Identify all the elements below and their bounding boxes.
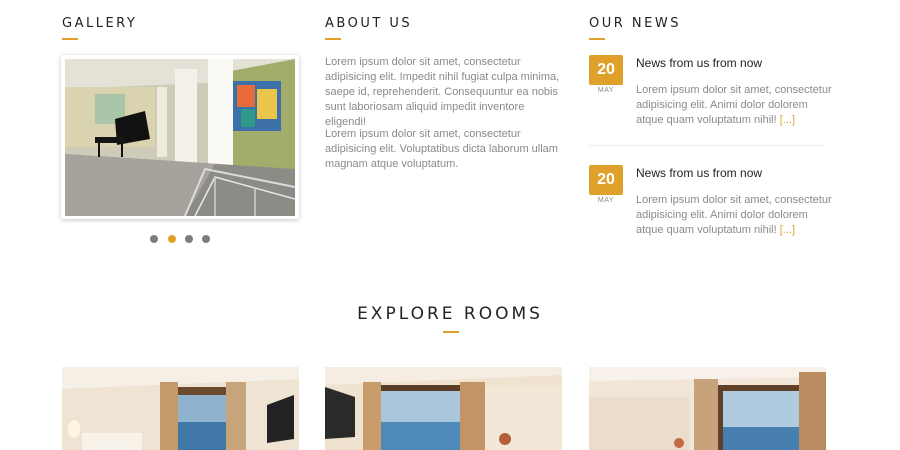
slider-dot-4[interactable]	[202, 235, 210, 243]
news-heading: OUR NEWS	[589, 16, 681, 31]
gallery-image[interactable]	[65, 59, 295, 216]
news-date-day: 20	[589, 165, 623, 195]
news-divider	[589, 145, 826, 146]
room-card-3[interactable]	[589, 367, 826, 450]
explore-rooms-heading: EXPLORE ROOMS	[357, 304, 543, 324]
news-title-link[interactable]: News from us from now	[636, 166, 762, 180]
read-more-link[interactable]: [...]	[780, 224, 795, 236]
room-card-1[interactable]	[62, 367, 299, 450]
news-date-month: MAY	[597, 197, 615, 204]
news-date-month: MAY	[597, 87, 615, 94]
slider-dot-2-active[interactable]	[168, 235, 176, 243]
gallery-heading: GALLERY	[62, 16, 138, 31]
news-date-day: 20	[589, 55, 623, 85]
explore-heading-underline	[443, 331, 459, 333]
about-heading: ABOUT US	[325, 16, 413, 31]
read-more-link[interactable]: [...]	[780, 114, 795, 126]
news-heading-underline	[589, 38, 605, 40]
news-excerpt: Lorem ipsum dolor sit amet, consectetur …	[636, 194, 832, 236]
slider-dot-3[interactable]	[185, 235, 193, 243]
slider-dot-1[interactable]	[150, 235, 158, 243]
room-card-2[interactable]	[325, 367, 562, 450]
room-image-2[interactable]	[325, 367, 562, 450]
room-image-1[interactable]	[62, 367, 299, 450]
news-title-link[interactable]: News from us from now	[636, 56, 762, 70]
gallery-slider[interactable]	[61, 55, 299, 219]
about-paragraph-2: Lorem ipsum dolor sit amet, consectetur …	[325, 128, 558, 170]
news-excerpt: Lorem ipsum dolor sit amet, consectetur …	[636, 84, 832, 126]
room-image-3[interactable]	[589, 367, 826, 450]
gallery-heading-underline	[62, 38, 78, 40]
about-heading-underline	[325, 38, 341, 40]
about-paragraph-1: Lorem ipsum dolor sit amet, consectetur …	[325, 56, 560, 128]
